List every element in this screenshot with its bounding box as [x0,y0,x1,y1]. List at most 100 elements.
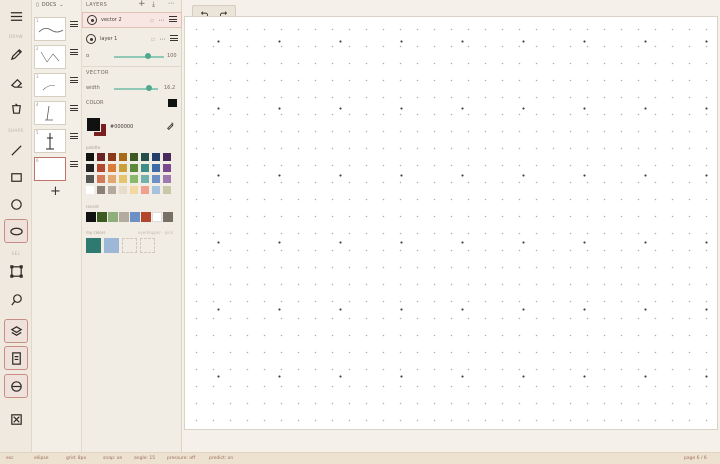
merge-layer-icon[interactable]: ⤓ [152,0,155,9]
palette-swatch[interactable] [163,175,171,183]
palette-swatch[interactable] [119,186,127,194]
palette-swatch[interactable] [163,186,171,194]
color-icon[interactable] [4,374,28,398]
line-icon[interactable] [4,138,28,162]
circle-icon[interactable] [4,192,28,216]
palette-swatch[interactable] [108,153,116,161]
rectangle-icon[interactable] [4,165,28,189]
export-icon[interactable] [4,407,28,431]
status-tool: esc [6,456,14,461]
lock-icon[interactable]: ▫ [151,36,156,43]
palette-swatch[interactable] [86,186,94,194]
page-thumbnail-5[interactable]: 5 [34,129,66,153]
page-thumbnail-3[interactable]: 3 [34,73,66,97]
pages-header[interactable]: ▯ DOCS ⌄ [36,0,63,10]
palette-swatch[interactable] [97,153,105,161]
palette-swatch[interactable] [86,164,94,172]
layer-row-vector-2[interactable]: vector 2 ▫ ⋯ [82,12,182,28]
layer-name: layer 1 [100,36,118,42]
recent-color-swatch[interactable] [130,212,140,222]
pages-title: DOCS [41,2,57,8]
palette-swatch[interactable] [141,186,149,194]
page-menu-icon[interactable] [70,161,78,167]
layer-drag-handle-icon[interactable] [169,16,177,24]
palette-swatch[interactable] [108,175,116,183]
palette-swatch[interactable] [108,164,116,172]
ellipse-icon[interactable] [4,219,28,243]
palette-swatch[interactable] [152,175,160,183]
palette-swatch[interactable] [119,153,127,161]
page-number: 1 [36,18,39,23]
my-color-swatch-2[interactable] [104,238,119,253]
palette-swatch[interactable] [141,164,149,172]
opacity-slider-track[interactable] [114,56,164,58]
eraser-icon[interactable] [4,70,28,94]
eyedrop-label: eyedropper · pick [138,230,173,235]
palette-swatch[interactable] [130,153,138,161]
pages-icon[interactable] [4,346,28,370]
palette-swatch[interactable] [97,186,105,194]
bucket-icon[interactable] [4,96,28,120]
add-page-button[interactable]: + [50,185,61,198]
palette-swatch[interactable] [141,175,149,183]
current-color-chip[interactable] [168,99,177,107]
page-menu-icon[interactable] [70,21,78,27]
my-color-swatch-1[interactable] [86,238,101,253]
page-thumbnail-6[interactable]: 6 [34,157,66,181]
palette-swatch[interactable] [152,153,160,161]
palette-swatch[interactable] [141,153,149,161]
palette-swatch[interactable] [130,186,138,194]
layer-more-icon[interactable]: ⋯ [159,17,166,24]
empty-color-slot[interactable] [140,238,155,253]
palette-label: palette [86,145,101,150]
drawing-canvas[interactable] [184,16,718,430]
recent-color-swatch[interactable] [108,212,118,222]
recent-color-swatch[interactable] [163,212,173,222]
empty-color-slot[interactable] [122,238,137,253]
layer-drag-handle-icon[interactable] [170,35,178,43]
palette-swatch[interactable] [108,186,116,194]
width-slider-knob[interactable] [146,85,152,91]
palette-swatch[interactable] [86,153,94,161]
page-menu-icon[interactable] [70,77,78,83]
recent-color-swatch[interactable] [141,212,151,222]
layer-more-icon[interactable]: ⋯ [160,36,167,43]
palette-swatch[interactable] [119,175,127,183]
page-thumbnail-2[interactable]: 2 [34,45,66,69]
recent-color-swatch[interactable] [86,212,96,222]
visibility-eye-icon[interactable] [87,15,97,25]
palette-swatch[interactable] [97,175,105,183]
hex-value[interactable]: #000000 [110,124,133,130]
eyedropper-icon[interactable] [166,121,175,130]
palette-swatch[interactable] [152,164,160,172]
opacity-slider-knob[interactable] [145,53,151,59]
recent-color-swatch[interactable] [152,212,162,222]
palette-swatch[interactable] [163,153,171,161]
palette-swatch[interactable] [152,186,160,194]
page-thumbnail-4[interactable]: 4 [34,101,66,125]
page-menu-icon[interactable] [70,133,78,139]
palette-swatch[interactable] [130,175,138,183]
foreground-color-swatch[interactable] [86,117,101,132]
menu-icon[interactable] [4,4,28,28]
document-icon: ▯ [36,2,39,8]
palette-swatch[interactable] [86,175,94,183]
recent-color-swatch[interactable] [119,212,129,222]
marquee-icon[interactable] [4,259,28,283]
page-menu-icon[interactable] [70,105,78,111]
pencil-icon[interactable] [4,42,28,66]
layers-icon[interactable] [4,319,28,343]
lock-icon[interactable]: ▫ [150,17,155,24]
lasso-icon[interactable] [4,287,28,311]
page-menu-icon[interactable] [70,49,78,55]
palette-swatch[interactable] [163,164,171,172]
add-layer-icon[interactable]: + [138,0,146,9]
layers-more-icon[interactable]: ⋯ [168,0,175,7]
recent-color-swatch[interactable] [97,212,107,222]
palette-swatch[interactable] [130,164,138,172]
visibility-eye-icon[interactable] [86,34,96,44]
layer-row-layer-1[interactable]: layer 1 ▫ ⋯ [82,31,182,47]
page-thumbnail-1[interactable]: 1 [34,17,66,41]
palette-swatch[interactable] [97,164,105,172]
palette-swatch[interactable] [119,164,127,172]
